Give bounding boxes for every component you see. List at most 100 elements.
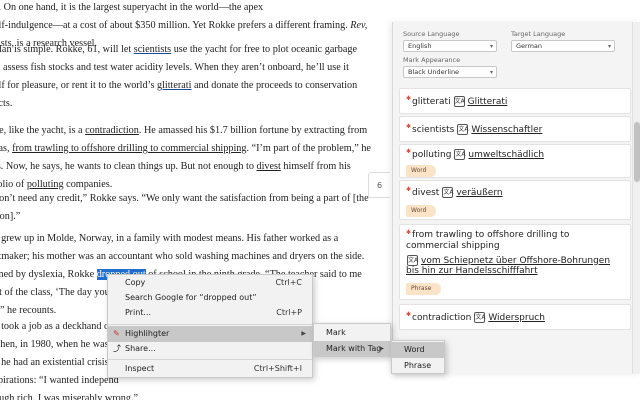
card-translation: Glitterati [467,96,508,107]
text-line: e grew up in Molde, Norway, in a family … [0,233,339,244]
text-span: ts. Now, he says, he wants to clean thin… [0,161,257,172]
menu-item-mark-with-tag[interactable]: Mark with Tag ▶ [314,341,390,357]
translation-sidebar: Source Language English ▾ Target Languag… [392,22,640,374]
menu-item-search-google[interactable]: Search Google for “dropped out” [108,290,312,306]
card-row: ✱ glitterati 文A Glitterati [406,95,508,107]
text-span: elf-indulgence—at a cost of about $350 m… [0,20,351,31]
tag-badge: Word [406,165,437,177]
paragraph: plan is simple. Rokke, 61, will let scie… [0,41,372,113]
menu-item-tag-phrase[interactable]: Phrase [392,358,444,374]
menu-item-share[interactable]: ⤴ Share... [108,341,312,357]
menu-divider [108,359,312,360]
card-word: polluting [412,149,452,160]
emphasis: Rev, [350,20,368,31]
menu-item-inspect[interactable]: Inspect Ctrl+Shift+I [108,361,312,377]
text-span: himself from his [280,161,351,172]
menu-item-label: Print... [125,308,152,317]
card-row: ✱ from trawling to offshore drilling to [406,228,570,241]
card-word: from trawling to offshore drilling to [412,230,570,240]
translation-card[interactable]: ✱ scientists 文A Wissenschaftler [399,116,631,142]
card-row: ✱ scientists 文A Wissenschaftler [406,123,543,135]
target-language-select[interactable]: German ▾ [511,40,615,52]
sidebar-collapse-tab[interactable]: 6 [368,172,390,198]
menu-item-print[interactable]: Print... Ctrl+P [108,305,312,321]
target-language-label: Target Language [511,30,566,38]
card-translation: Wissenschaftler [471,124,543,135]
card-row: commercial shipping [406,241,500,251]
menu-item-label: Phrase [404,361,432,370]
menu-item-shortcut: Ctrl+P [276,308,302,317]
mark-appearance-select[interactable]: Black Underline ▾ [403,66,497,78]
translate-icon: 文A [474,312,486,323]
marker-icon: ✱ [406,311,412,318]
text-span: elf for pleasure, or rent it to the worl… [0,80,157,91]
text-span: ke, like the yacht, is a [0,125,86,136]
chevron-down-icon: ▾ [489,43,493,50]
translation-card[interactable]: ✱ polluting 文A umweltschädlich Word [399,144,631,178]
share-icon: ⤴ [113,344,121,353]
source-language-label: Source Language [403,30,460,38]
marked-word-divest[interactable]: divest [257,161,281,172]
marked-word-contradiction[interactable]: contradiction [85,125,139,136]
tag-submenu: Word Phrase [391,340,445,374]
menu-item-label: Mark [326,328,346,337]
menu-item-label: Highlihgter [125,329,170,338]
menu-item-shortcut: Ctrl+Shift+I [253,364,302,373]
chevron-down-icon: ▾ [489,69,493,76]
menu-item-label: Word [404,345,425,354]
card-row: ✱ polluting 文A umweltschädlich [406,148,544,160]
card-word: scientists [412,124,455,135]
translation-card[interactable]: ✱ from trawling to offshore drilling to … [399,224,631,300]
scrollbar-thumb[interactable] [634,122,640,182]
marked-word-polluting[interactable]: polluting [27,179,64,190]
text-span: use the yacht for free to plot oceanic g… [171,44,357,55]
text-span: ened by dyslexia, Rokke [0,269,97,280]
sidebar-scrollbar[interactable] [632,22,640,374]
text-line: don’t need any credit,” Rokke says. “We … [0,193,369,204]
text-line: ke, like the yacht, is a contradiction. … [0,122,372,140]
translation-card[interactable]: ✱ divest 文A veräußern Word [399,180,631,220]
translate-icon: 文A [407,255,419,266]
text-line: elf for pleasure, or rent it to the worl… [0,77,372,95]
text-span: eas, [0,143,10,154]
menu-divider [108,324,312,325]
translate-icon: 文A [454,149,466,160]
select-value: English [408,42,432,50]
card-translation: Widerspruch [488,312,545,323]
card-row: bis hin zur Handelsschifffahrt [406,266,538,276]
context-menu: Copy Ctrl+C Search Google for “dropped o… [107,274,313,378]
text-span: . “I’m part of the problem,” he [246,143,371,154]
translate-icon: 文A [453,96,465,107]
marker-icon: ✱ [406,228,412,236]
text-line: ough rich. I was miserably wrong.” [0,393,139,400]
source-language-select[interactable]: English ▾ [403,40,497,52]
text-line: etmaker; his mother was an accountant wh… [0,251,365,262]
marked-phrase-shipping[interactable]: from trawling to offshore drilling to co… [12,143,246,154]
translation-card[interactable]: ✱ contradiction 文A Widerspruch [399,304,631,330]
marked-word-scientists[interactable]: scientists [134,44,171,55]
menu-item-label: Share... [125,344,156,353]
translate-icon: 文A [442,187,454,198]
text-line: a. On one hand, it is the largest supery… [0,2,264,13]
menu-item-tag-word[interactable]: Word [392,342,444,358]
text-span: folio of [0,179,25,190]
card-row: 文A vom Schiepnetz über Offshore-Bohrunge… [404,255,610,266]
text-line: tion].” [0,211,21,222]
marker-icon: ✱ [406,123,412,130]
marker-icon: ✱ [406,95,412,102]
menu-item-mark[interactable]: Mark [314,325,390,341]
card-word: contradiction [412,312,472,323]
menu-item-shortcut: Ctrl+C [275,278,302,287]
translation-card[interactable]: ✱ glitterati 文A Glitterati [399,88,631,114]
menu-item-highlighter[interactable]: ✎ Highlihgter ▶ [108,326,312,342]
menu-item-label: Mark with Tag [326,344,382,353]
card-translation: vom Schiepnetz über Offshore-Bohrungen [421,255,611,266]
select-value: German [516,42,543,50]
marked-word-glitterati[interactable]: glitterati [157,80,192,91]
card-translation: veräußern [456,187,503,198]
text-span: companies. [63,179,113,190]
marker-icon: ✱ [406,186,412,193]
menu-item-copy[interactable]: Copy Ctrl+C [108,275,312,291]
text-line: plan is simple. Rokke, 61, will let scie… [0,41,372,59]
text-span: and donate the proceeds to conservation [191,80,358,91]
